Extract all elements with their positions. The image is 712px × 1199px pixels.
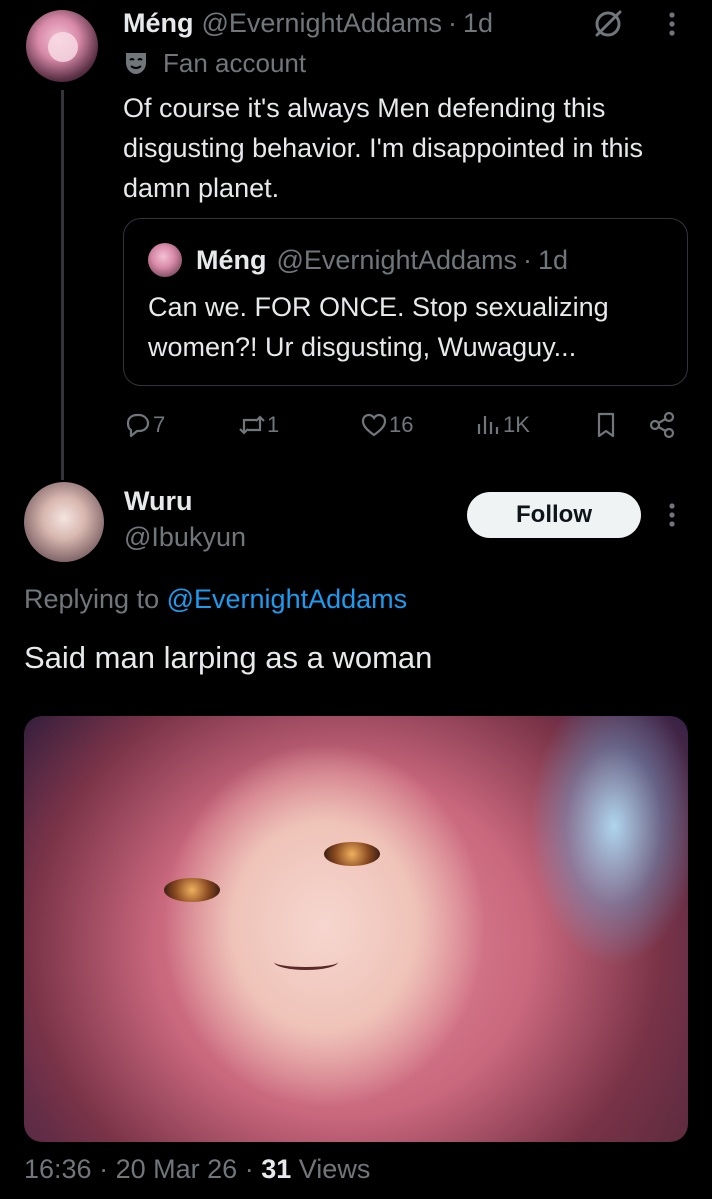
follow-button[interactable]: Follow [467, 492, 641, 538]
parent-avatar[interactable] [26, 10, 98, 82]
quote-avatar [148, 243, 182, 277]
post-date[interactable]: 20 Mar 26 [116, 1154, 238, 1184]
grok-icon[interactable] [590, 6, 626, 42]
quote-handle: @EvernightAddams [276, 244, 518, 275]
reply-button[interactable]: 7 [123, 405, 165, 445]
thread-line [61, 90, 64, 480]
parent-separator: · [448, 7, 458, 38]
parent-display-name[interactable]: Méng [123, 8, 194, 39]
quote-text: Can we. FOR ONCE. Stop sexualizing women… [148, 292, 609, 362]
more-vertical-icon[interactable] [660, 6, 684, 42]
timestamp-separator: · [99, 1154, 109, 1184]
fan-account-label: Fan account [163, 47, 307, 78]
repost-button[interactable]: 1 [237, 405, 279, 445]
fan-account-row: Fan account [123, 46, 306, 80]
bar-chart-icon [477, 416, 499, 434]
repost-count: 1 [267, 412, 280, 437]
replying-prefix: Replying to [24, 584, 160, 614]
post-time[interactable]: 16:36 [24, 1154, 92, 1184]
more-vertical-icon[interactable] [660, 497, 684, 533]
reply-count: 7 [153, 412, 166, 437]
views-button[interactable]: 1K [473, 405, 530, 445]
post-timestamp: 16:36 · 20 Mar 26 · 31 Views [24, 1154, 370, 1185]
views-count: 1K [503, 412, 530, 437]
reply-handle[interactable]: @Ibukyun [124, 522, 246, 553]
image-eye-right [324, 842, 380, 866]
reply-avatar[interactable] [24, 482, 104, 562]
quote-header: Méng @EvernightAddams · 1d [196, 241, 568, 279]
parent-header: Méng @EvernightAddams · 1d [123, 6, 493, 40]
share-button[interactable] [647, 405, 677, 445]
like-count: 16 [389, 412, 414, 437]
heart-icon [361, 413, 387, 437]
like-button[interactable]: 16 [359, 405, 413, 445]
reply-display-name[interactable]: Wuru [124, 486, 193, 517]
reply-icon [126, 413, 150, 438]
quote-separator: · [523, 244, 533, 275]
parent-age[interactable]: 1d [463, 8, 493, 39]
quoted-tweet[interactable]: Méng @EvernightAddams · 1d Can we. FOR O… [123, 218, 688, 386]
quote-display-name: Méng [196, 244, 267, 275]
replying-to: Replying to @EvernightAddams [24, 584, 407, 615]
repost-icon [239, 415, 265, 435]
views-label: Views [298, 1154, 371, 1184]
attached-image[interactable] [24, 716, 688, 1142]
parent-action-bar: 7 1 16 1K [123, 405, 688, 445]
image-eye-left [164, 878, 220, 902]
reply-tweet-text: Said man larping as a woman [24, 640, 433, 675]
replying-mention[interactable]: @EvernightAddams [167, 584, 408, 614]
share-icon [649, 411, 675, 439]
parent-tweet-text: Of course it's always Men defending this… [123, 93, 643, 203]
parent-handle[interactable]: @EvernightAddams [202, 8, 443, 39]
quote-age: 1d [538, 244, 569, 275]
mask-icon [126, 53, 146, 74]
views-total: 31 [261, 1154, 292, 1184]
bookmark-icon [597, 412, 615, 438]
image-mouth [274, 954, 338, 970]
bookmark-button[interactable] [591, 405, 621, 445]
timestamp-separator: · [244, 1154, 254, 1184]
